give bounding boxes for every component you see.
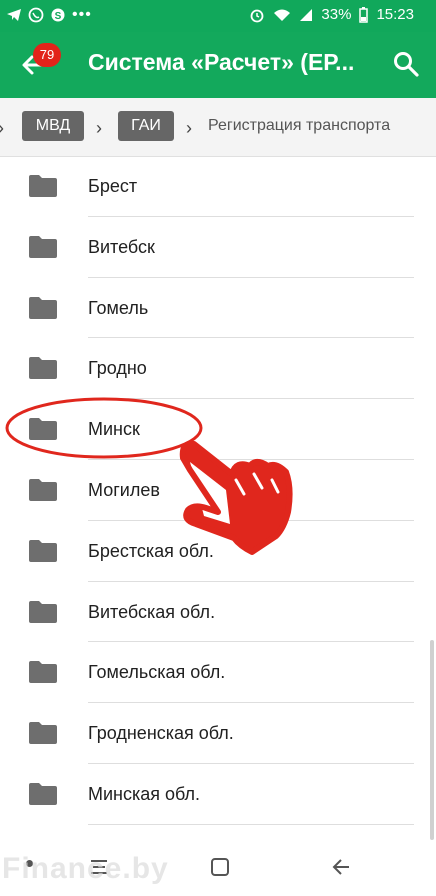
clock: 15:23 — [376, 6, 414, 23]
status-bar: S ••• 33% 15:23 — [0, 0, 436, 32]
notification-badge: 79 — [33, 43, 61, 67]
list-item[interactable]: Брестская обл. — [0, 521, 436, 582]
battery-icon — [359, 6, 369, 23]
folder-label: Минск — [88, 419, 140, 440]
search-icon[interactable] — [392, 50, 420, 78]
battery-percent: 33% — [321, 6, 352, 23]
folder-icon — [29, 722, 57, 745]
chevron-right-icon: › — [96, 118, 102, 138]
list-item[interactable]: Гомель — [0, 278, 436, 339]
viber-icon — [28, 7, 44, 23]
list-item[interactable]: Могилев — [0, 460, 436, 521]
folder-label: Витебск — [88, 236, 155, 257]
folder-label: Гродно — [88, 358, 147, 379]
list-item[interactable]: Гомельская обл. — [0, 642, 436, 704]
signal-icon — [300, 8, 313, 21]
folder-icon — [29, 296, 57, 319]
list-item[interactable]: Минская обл. — [0, 764, 436, 825]
watermark: Finance.by — [2, 852, 169, 885]
list-item-minsk[interactable]: Минск — [0, 399, 436, 460]
folder-label: Брестская обл. — [88, 540, 214, 561]
wifi-icon — [274, 9, 291, 21]
folder-list: Брест Витебск Гомель Гродно Минск Могиле… — [0, 156, 436, 825]
page-title: Система «Расчет» (ЕР... — [88, 49, 355, 75]
telegram-icon — [7, 9, 21, 21]
folder-label: Гомельская обл. — [88, 662, 226, 683]
chevron-right-icon: › — [0, 118, 4, 139]
folder-icon — [29, 418, 57, 441]
folder-icon — [29, 539, 57, 562]
folder-label: Брест — [88, 176, 138, 196]
list-item[interactable]: Витебская обл. — [0, 582, 436, 643]
back-icon[interactable] — [330, 856, 352, 878]
list-item[interactable]: Гродненская обл. — [0, 703, 436, 764]
folder-label: Витебская обл. — [88, 601, 216, 622]
folder-label: Минская обл. — [88, 783, 201, 804]
skype-icon: S — [51, 8, 65, 22]
more-dots-icon: ••• — [72, 6, 92, 23]
folder-icon — [29, 175, 57, 197]
folder-icon — [29, 600, 57, 623]
breadcrumb-item-mvd[interactable]: МВД — [22, 111, 84, 141]
home-icon[interactable] — [209, 856, 231, 878]
alarm-icon — [251, 9, 264, 22]
app-bar: 79 Система «Расчет» (ЕР... — [0, 32, 436, 98]
folder-icon — [29, 357, 57, 380]
scrollbar[interactable] — [430, 640, 434, 840]
list-item[interactable]: Витебск — [0, 217, 436, 278]
svg-text:S: S — [55, 11, 62, 22]
folder-label: Гродненская обл. — [88, 723, 234, 744]
folder-label: Могилев — [88, 479, 160, 500]
breadcrumb-current: Регистрация транспорта — [208, 117, 391, 134]
list-item[interactable]: Брест — [0, 156, 436, 217]
folder-icon — [29, 478, 57, 501]
folder-icon — [29, 782, 57, 805]
folder-label: Гомель — [88, 297, 149, 318]
folder-icon — [29, 661, 57, 684]
list-item[interactable]: Гродно — [0, 338, 436, 400]
chevron-right-icon: › — [186, 118, 192, 138]
breadcrumb: › МВД › ГАИ › Регистрация транспорта — [0, 98, 436, 157]
folder-icon — [29, 235, 57, 258]
breadcrumb-item-gai[interactable]: ГАИ — [118, 111, 174, 141]
